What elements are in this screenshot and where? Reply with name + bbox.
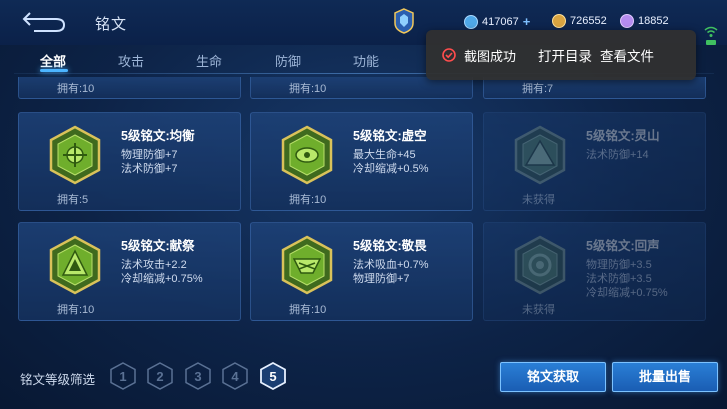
tab-utility[interactable]: 功能 [353, 51, 379, 70]
echo-inscription-icon [514, 235, 566, 295]
inscription-attribute: 冷却缩减+0.75% [121, 273, 203, 285]
check-circle-icon [442, 48, 456, 62]
active-tab-indicator [40, 69, 68, 72]
inscription-name: 5级铭文:灵山 [586, 129, 660, 143]
level-filter-5[interactable]: 5 [260, 362, 286, 390]
level-filter-4-label: 4 [231, 369, 239, 384]
inscription-card-spirit-mountain[interactable]: 5级铭文:灵山 法术防御+14 未获得 [483, 112, 706, 211]
tab-all[interactable]: 全部 [40, 51, 66, 70]
coin-currency: 726552 [552, 14, 607, 28]
obtain-inscription-button[interactable]: 铭文获取 [500, 362, 606, 392]
back-arrow-icon[interactable] [20, 10, 68, 34]
inscription-card-balance[interactable]: 5级铭文:均衡 物理防御+7 法术防御+7 拥有:5 [18, 112, 241, 211]
inscription-card-sacrifice[interactable]: 5级铭文:献祭 法术攻击+2.2 冷却缩减+0.75% 拥有:10 [18, 222, 241, 321]
gem-currency: 417067 + [464, 14, 530, 29]
sacrifice-inscription-icon [49, 235, 101, 295]
tab-attack[interactable]: 攻击 [118, 51, 144, 70]
coin-icon [552, 14, 566, 28]
inscription-attribute: 法术防御+14 [586, 149, 649, 161]
inscription-attribute: 物理防御+7 [353, 273, 410, 285]
inscription-attribute: 冷却缩减+0.5% [353, 163, 429, 175]
crystal-amount: 18852 [638, 15, 669, 27]
level-filter-1[interactable]: 1 [110, 362, 136, 390]
inscription-attribute: 法术防御+7 [121, 163, 178, 175]
owned-count: 拥有:10 [289, 194, 327, 206]
level-filter-2[interactable]: 2 [147, 362, 173, 390]
owned-status: 未获得 [522, 194, 555, 206]
awe-inscription-icon [281, 235, 333, 295]
owned-count: 拥有:10 [57, 304, 95, 316]
owned-count: 拥有:10 [57, 83, 95, 95]
inscription-name: 5级铭文:均衡 [121, 129, 195, 143]
gem-amount: 417067 [482, 15, 519, 28]
level-filter-3-label: 3 [194, 369, 201, 384]
inscription-card-void[interactable]: 5级铭文:虚空 最大生命+45 冷却缩减+0.5% 拥有:10 [250, 112, 473, 211]
inscription-card-echo[interactable]: 5级铭文:回声 物理防御+3.5 法术防御+3.5 冷却缩减+0.75% 未获得 [483, 222, 706, 321]
level-filter-1-label: 1 [119, 369, 126, 384]
inscription-card[interactable]: 拥有:7 [483, 77, 706, 99]
inscription-card[interactable]: 拥有:10 [18, 77, 241, 99]
inscription-attribute: 冷却缩减+0.75% [586, 287, 668, 299]
owned-count: 拥有:10 [289, 304, 327, 316]
rank-badge-icon[interactable] [393, 8, 415, 34]
coin-amount: 726552 [570, 15, 607, 27]
wifi-icon [704, 26, 718, 37]
tab-defense[interactable]: 防御 [275, 51, 301, 70]
inscription-card[interactable]: 拥有:10 [250, 77, 473, 99]
owned-count: 拥有:10 [289, 83, 327, 95]
screenshot-toast: 截图成功 打开目录 查看文件 [426, 30, 696, 80]
level-filter-2-label: 2 [156, 369, 163, 384]
toast-message: 截图成功 [464, 48, 517, 64]
level-filter-5-label: 5 [269, 369, 276, 384]
add-gem-icon[interactable]: + [523, 14, 531, 29]
page-title: 铭文 [95, 16, 128, 33]
gem-icon [464, 14, 478, 29]
bulk-sell-button[interactable]: 批量出售 [612, 362, 718, 392]
spirit-mountain-inscription-icon [514, 125, 566, 185]
battery-icon [706, 40, 716, 45]
owned-count: 拥有:5 [57, 194, 89, 206]
open-directory-link[interactable]: 打开目录 [538, 45, 592, 65]
inscription-name: 5级铭文:献祭 [121, 239, 195, 253]
inscription-name: 5级铭文:回声 [586, 239, 660, 253]
level-filter-label: 铭文等级筛选 [20, 373, 96, 387]
inscription-name: 5级铭文:敬畏 [353, 239, 427, 253]
level-filter-3[interactable]: 3 [185, 362, 211, 390]
owned-count: 拥有:7 [522, 83, 554, 95]
crystal-currency: 18852 [620, 14, 669, 28]
balance-inscription-icon [49, 125, 101, 185]
inscription-card-awe[interactable]: 5级铭文:敬畏 法术吸血+0.7% 物理防御+7 拥有:10 [250, 222, 473, 321]
owned-status: 未获得 [522, 304, 555, 316]
crystal-icon [620, 14, 634, 28]
view-file-link[interactable]: 查看文件 [600, 45, 654, 65]
inscription-name: 5级铭文:虚空 [353, 129, 427, 143]
level-filter-4[interactable]: 4 [222, 362, 248, 390]
void-inscription-icon [281, 125, 333, 185]
tab-health[interactable]: 生命 [196, 51, 222, 70]
